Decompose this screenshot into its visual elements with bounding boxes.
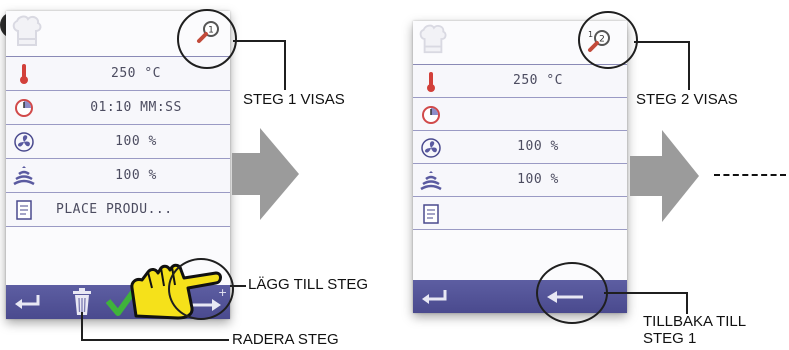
temperature-value: 250 °C xyxy=(513,73,563,88)
note-row[interactable] xyxy=(413,197,627,230)
steam-value: 100 % xyxy=(115,168,157,183)
next-step-arrow xyxy=(232,128,299,220)
steam-value: 100 % xyxy=(517,172,559,187)
callout-delete-step: RADERA STEG xyxy=(232,331,339,348)
steam-row[interactable]: 100 % xyxy=(413,164,627,197)
fan-icon xyxy=(419,136,443,160)
note-icon xyxy=(12,198,36,222)
setting-rows: 250 °C 100 % 100 % xyxy=(413,64,627,230)
note-value: PLACE PRODU... xyxy=(56,202,173,217)
continuation-dashes xyxy=(714,174,786,176)
chef-hat-icon[interactable] xyxy=(12,15,42,49)
callout-line xyxy=(284,40,286,90)
callout-back-to-step1: TILLBAKA TILL STEG 1 xyxy=(643,313,746,347)
clock-icon xyxy=(12,96,36,120)
callout-line xyxy=(233,40,285,42)
callout-circle-back-step xyxy=(536,262,608,324)
note-icon xyxy=(419,202,443,226)
fan-icon xyxy=(12,130,36,154)
next-step-arrow xyxy=(630,130,699,222)
callout-line xyxy=(81,339,229,341)
callout-line xyxy=(688,41,690,90)
callout-line xyxy=(634,41,688,43)
steam-row[interactable]: 100 % xyxy=(6,159,230,193)
clock-icon xyxy=(419,103,443,127)
callout-circle-add-step xyxy=(168,258,234,320)
setting-rows: 250 °C 01:10 MM:SS 100 % 100 % PLACE PRO… xyxy=(6,56,230,227)
callout-back-line-2: STEG 1 xyxy=(643,330,697,347)
callout-circle-zoom-2 xyxy=(578,11,638,69)
chef-hat-icon[interactable] xyxy=(419,24,447,56)
fan-row[interactable]: 100 % xyxy=(413,131,627,164)
fan-row[interactable]: 100 % xyxy=(6,125,230,159)
back-arrow-icon[interactable] xyxy=(12,291,42,313)
callout-back-line-1: TILLBAKA TILL xyxy=(643,313,747,330)
callout-circle-zoom-1 xyxy=(177,9,237,69)
time-value xyxy=(453,98,623,130)
callout-line xyxy=(686,292,688,314)
callout-line xyxy=(604,292,686,294)
back-arrow-icon[interactable] xyxy=(419,286,449,308)
temperature-row[interactable]: 250 °C xyxy=(413,65,627,98)
thermometer-icon xyxy=(12,62,36,86)
callout-add-step: LÄGG TILL STEG xyxy=(248,276,369,293)
fan-speed-value: 100 % xyxy=(115,134,157,149)
callout-step1-shown: STEG 1 VISAS xyxy=(243,91,345,108)
steam-icon xyxy=(419,169,443,193)
fan-speed-value: 100 % xyxy=(517,139,559,154)
steam-icon xyxy=(12,164,36,188)
time-value: 01:10 MM:SS xyxy=(90,100,182,115)
callout-step2-shown: STEG 2 VISAS xyxy=(636,91,738,108)
callout-line xyxy=(81,312,83,340)
callout-line xyxy=(230,285,246,287)
time-row[interactable]: 01:10 MM:SS xyxy=(6,91,230,125)
time-row[interactable] xyxy=(413,98,627,131)
note-row[interactable]: PLACE PRODU... xyxy=(6,193,230,227)
thermometer-icon xyxy=(419,70,443,94)
note-value xyxy=(453,197,623,229)
